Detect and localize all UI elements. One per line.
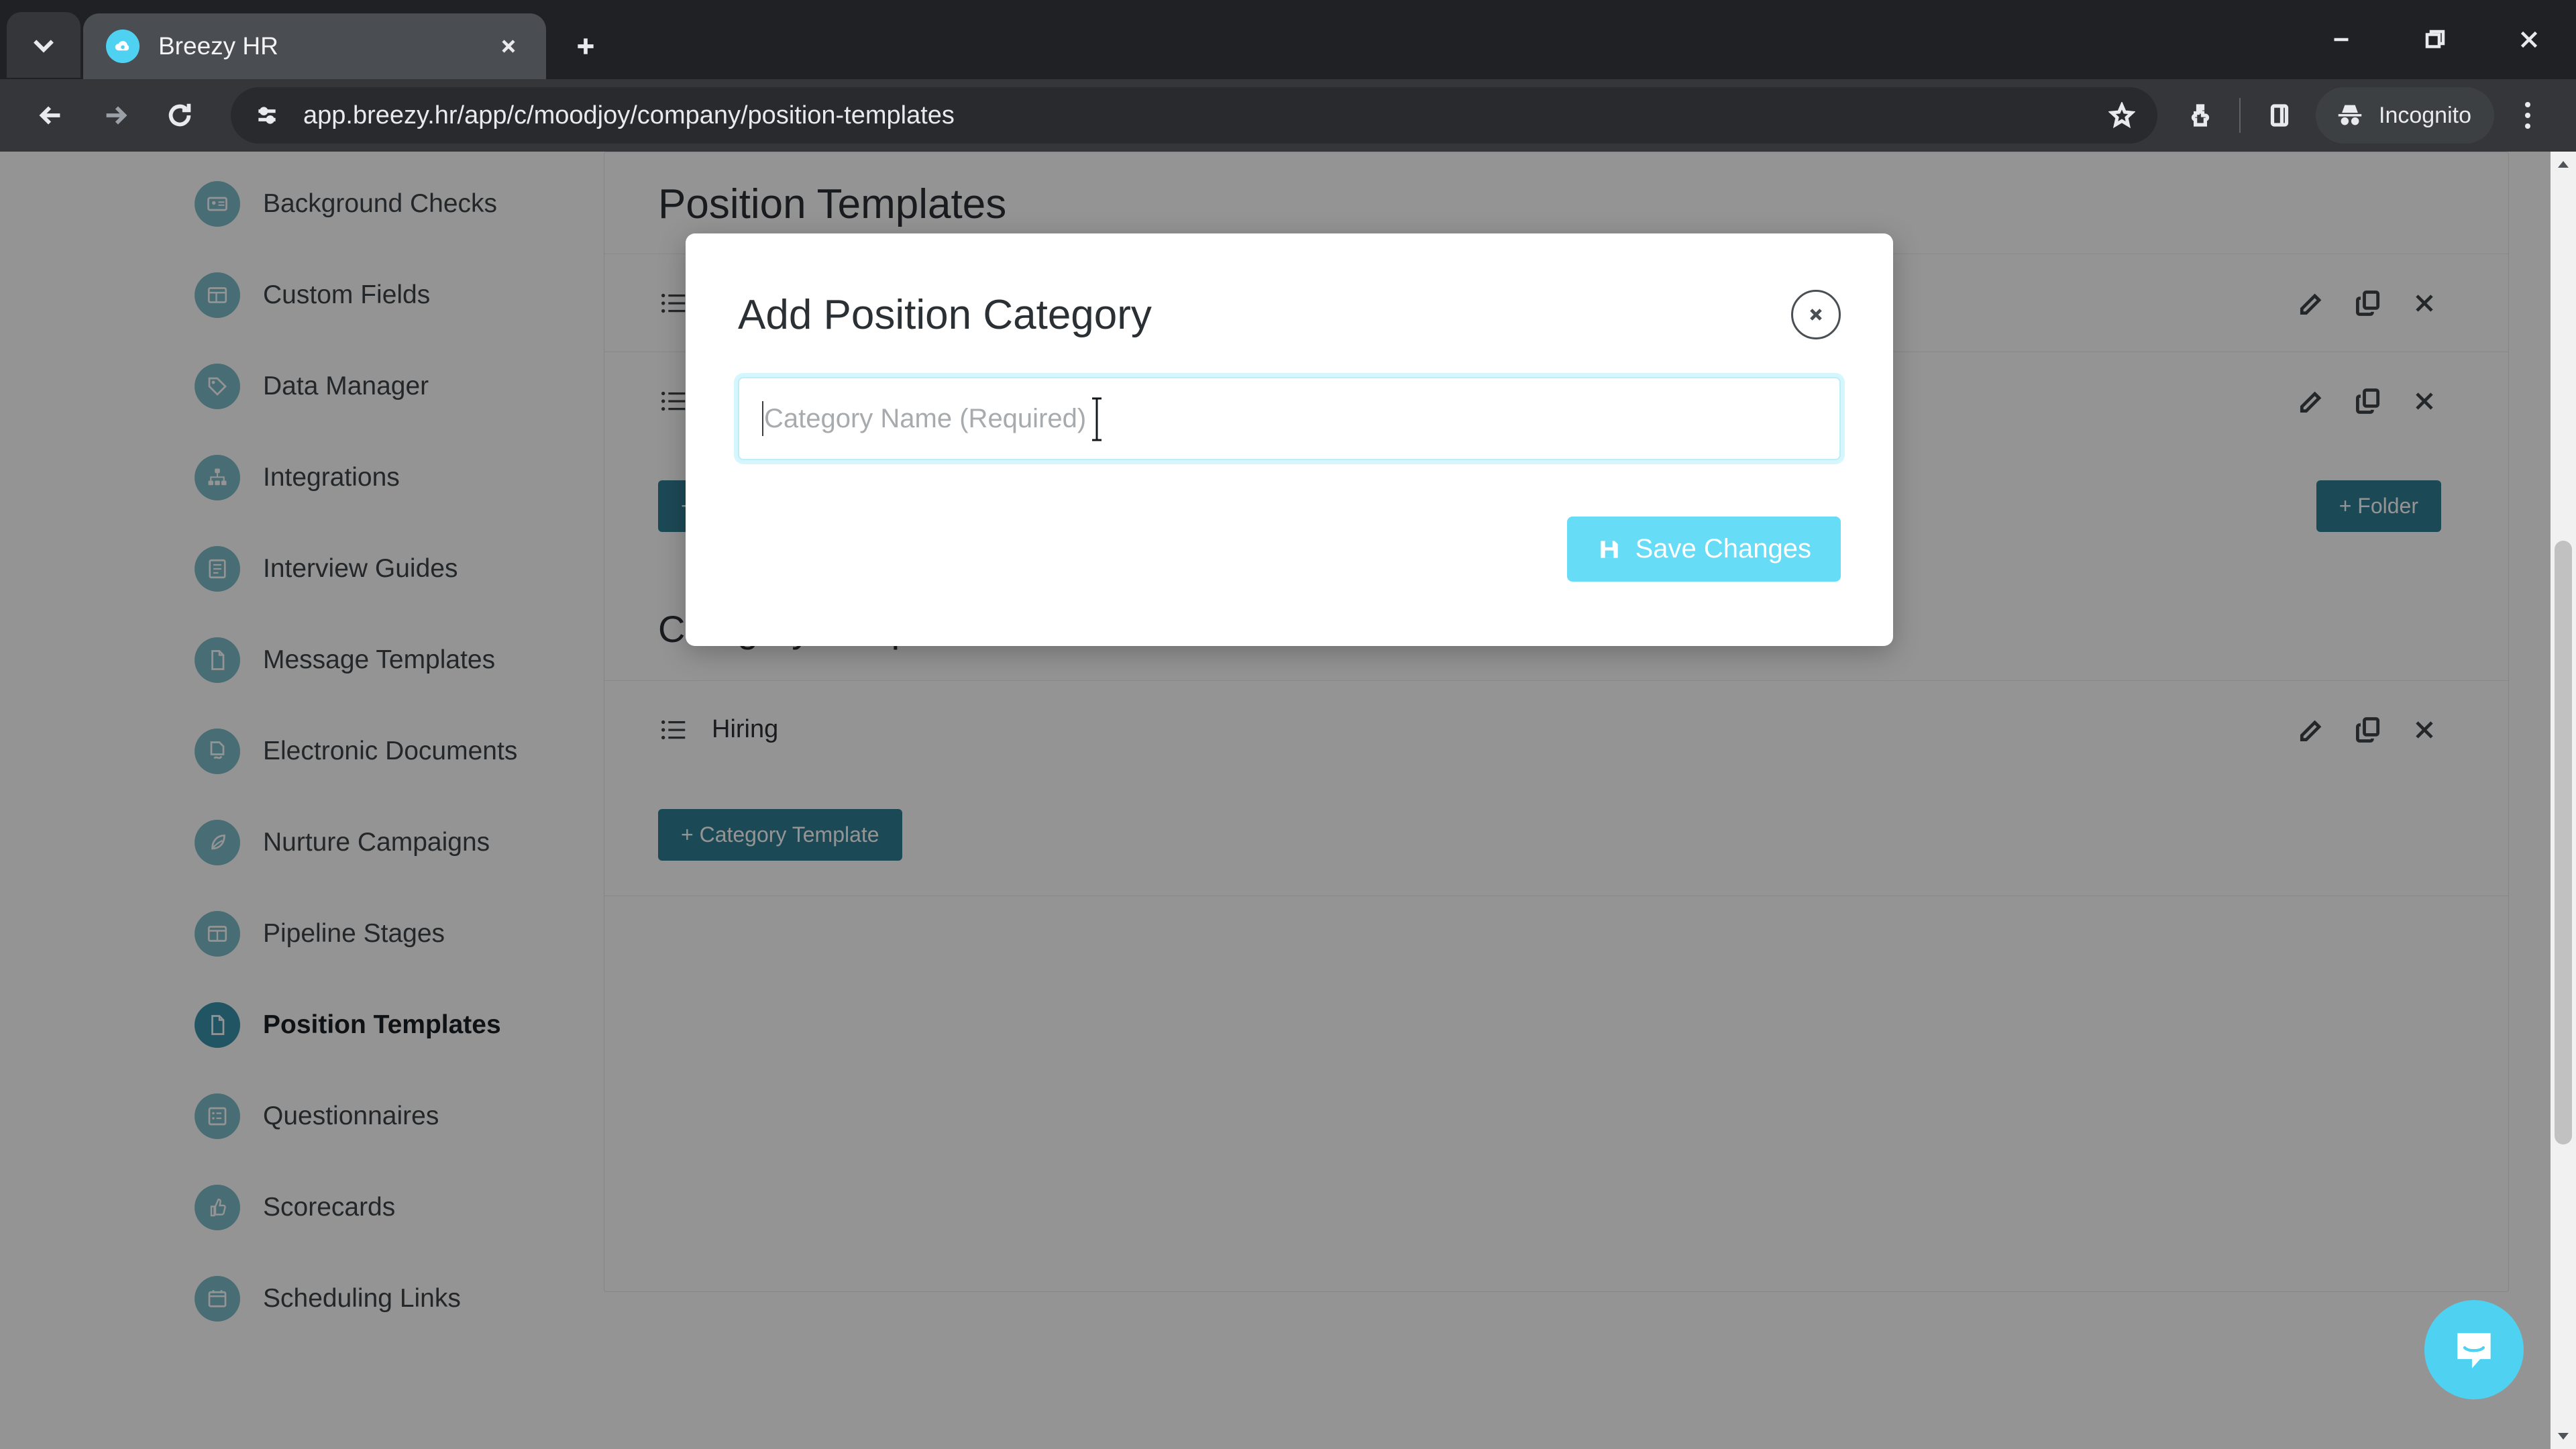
side-panel-icon[interactable] [2250,86,2309,145]
floppy-disk-icon [1600,540,1618,558]
browser-menu-button[interactable] [2498,86,2557,145]
chevron-down-icon [34,40,54,53]
new-tab-button[interactable] [559,20,612,72]
close-window-button[interactable] [2482,0,2576,79]
input-placeholder: Category Name (Required) [764,403,1087,433]
maximize-button[interactable] [2388,0,2482,79]
arrow-right-icon [106,106,127,125]
back-button[interactable] [19,83,83,148]
page-viewport: Background Checks Custom Fields Data Man… [0,152,2576,1449]
window-controls [2294,0,2576,79]
browser-toolbar: app.breezy.hr/app/c/moodjoy/company/posi… [0,79,2576,152]
incognito-label: Incognito [2379,102,2471,128]
modal-footer: Save Changes [738,460,1841,646]
browser-tab[interactable]: Breezy HR [83,13,546,79]
site-settings-button[interactable] [246,94,288,137]
toolbar-divider [2239,98,2241,133]
incognito-hat-icon [2338,105,2362,125]
arrow-left-icon [39,106,60,125]
save-changes-button[interactable]: Save Changes [1566,517,1841,582]
close-circle-icon[interactable] [1791,290,1841,339]
bookmark-star-icon[interactable] [2098,92,2145,139]
incognito-indicator[interactable]: Incognito [2316,87,2494,144]
tab-close-button[interactable] [488,26,529,66]
forward-button[interactable] [83,83,148,148]
url-text: app.breezy.hr/app/c/moodjoy/company/posi… [303,101,955,129]
modal-title: Add Position Category [738,291,1152,338]
add-position-category-modal: Add Position Category Category Name (Req… [686,233,1893,646]
tab-search-button[interactable] [7,12,80,78]
text-cursor-pointer [1088,393,1106,445]
reload-button[interactable] [148,83,212,148]
category-name-input[interactable]: Category Name (Required) [738,377,1841,460]
breezy-cloud-icon [106,30,140,63]
tab-title: Breezy HR [158,32,278,60]
text-caret [762,401,763,436]
tab-strip: Breezy HR [0,0,2576,79]
reload-icon [168,103,191,127]
tune-settings-icon [258,107,276,124]
minimize-button[interactable] [2294,0,2388,79]
address-bar[interactable]: app.breezy.hr/app/c/moodjoy/company/posi… [231,87,2157,144]
modal-layer: Add Position Category Category Name (Req… [0,152,2576,1449]
save-changes-label: Save Changes [1635,534,1811,564]
extensions-icon[interactable] [2171,86,2230,145]
modal-header: Add Position Category [738,233,1841,377]
browser-window: Breezy HR app.breezy.hr/app/c/moodjoy/co… [0,0,2576,1449]
